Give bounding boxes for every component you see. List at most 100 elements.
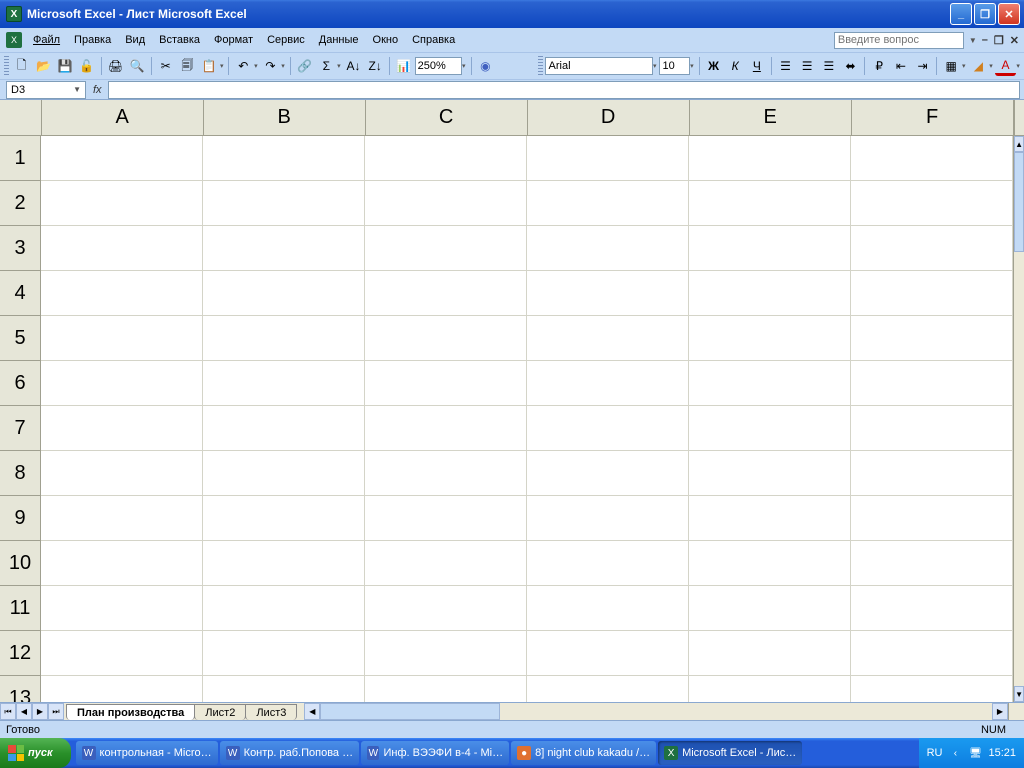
decrease-indent-icon[interactable]: ⇤: [890, 55, 912, 77]
menu-data[interactable]: Данные: [312, 31, 366, 49]
cell-A13[interactable]: [41, 676, 203, 702]
cell-A2[interactable]: [41, 181, 203, 225]
cell-B3[interactable]: [203, 226, 365, 270]
underline-icon[interactable]: Ч: [746, 55, 768, 77]
row-header-7[interactable]: 7: [0, 406, 40, 451]
borders-icon[interactable]: ▦: [940, 55, 962, 77]
row-header-3[interactable]: 3: [0, 226, 40, 271]
redo-dropdown-icon[interactable]: ▾: [279, 62, 287, 70]
cell-E12[interactable]: [689, 631, 851, 675]
cell-D5[interactable]: [527, 316, 689, 360]
cell-D13[interactable]: [527, 676, 689, 702]
menu-help[interactable]: Справка: [405, 31, 462, 49]
vertical-scrollbar[interactable]: ▲ ▼: [1013, 136, 1024, 702]
copy-icon[interactable]: 🗐: [177, 55, 199, 77]
row-header-2[interactable]: 2: [0, 181, 40, 226]
minimize-button[interactable]: _: [950, 3, 972, 25]
cell-C1[interactable]: [365, 136, 527, 180]
cell-E10[interactable]: [689, 541, 851, 585]
cell-C11[interactable]: [365, 586, 527, 630]
cell-C5[interactable]: [365, 316, 527, 360]
cell-B1[interactable]: [203, 136, 365, 180]
autosum-icon[interactable]: Σ: [315, 55, 337, 77]
cell-F9[interactable]: [851, 496, 1013, 540]
doc-icon[interactable]: X: [6, 32, 22, 48]
cell-D11[interactable]: [527, 586, 689, 630]
col-header-A[interactable]: A: [42, 100, 204, 135]
redo-icon[interactable]: ↷: [260, 55, 282, 77]
cell-C10[interactable]: [365, 541, 527, 585]
cell-A9[interactable]: [41, 496, 203, 540]
font-name-dropdown-icon[interactable]: ▾: [651, 62, 659, 70]
cell-B2[interactable]: [203, 181, 365, 225]
col-header-E[interactable]: E: [690, 100, 852, 135]
toolbar-grip-2[interactable]: [538, 56, 543, 76]
cell-A5[interactable]: [41, 316, 203, 360]
fx-button[interactable]: fx: [87, 84, 108, 96]
cell-C13[interactable]: [365, 676, 527, 702]
paste-icon[interactable]: 📋: [198, 55, 220, 77]
cell-D10[interactable]: [527, 541, 689, 585]
borders-dropdown-icon[interactable]: ▾: [960, 62, 968, 70]
start-button[interactable]: пуск: [0, 738, 71, 768]
cell-A8[interactable]: [41, 451, 203, 495]
sheet-tab-1[interactable]: Лист2: [194, 704, 246, 720]
name-box[interactable]: D3 ▼: [6, 81, 86, 99]
cell-F2[interactable]: [851, 181, 1013, 225]
cell-C6[interactable]: [365, 361, 527, 405]
cell-C2[interactable]: [365, 181, 527, 225]
row-header-10[interactable]: 10: [0, 541, 40, 586]
scroll-up-icon[interactable]: ▲: [1014, 136, 1024, 152]
cell-D12[interactable]: [527, 631, 689, 675]
language-indicator[interactable]: RU: [927, 747, 943, 759]
increase-indent-icon[interactable]: ⇥: [912, 55, 934, 77]
row-header-8[interactable]: 8: [0, 451, 40, 496]
cell-B13[interactable]: [203, 676, 365, 702]
permissions-icon[interactable]: 🔓: [76, 55, 98, 77]
cell-A7[interactable]: [41, 406, 203, 450]
cell-F10[interactable]: [851, 541, 1013, 585]
cell-B8[interactable]: [203, 451, 365, 495]
cell-C7[interactable]: [365, 406, 527, 450]
ask-dropdown-icon[interactable]: ▼: [967, 36, 979, 45]
cell-E9[interactable]: [689, 496, 851, 540]
cell-F11[interactable]: [851, 586, 1013, 630]
autosum-dropdown-icon[interactable]: ▾: [335, 62, 343, 70]
cell-A4[interactable]: [41, 271, 203, 315]
new-icon[interactable]: 🗋: [11, 55, 33, 77]
cell-E2[interactable]: [689, 181, 851, 225]
cell-F12[interactable]: [851, 631, 1013, 675]
cell-E13[interactable]: [689, 676, 851, 702]
scroll-left-icon[interactable]: ◀: [304, 703, 320, 720]
menu-format[interactable]: Формат: [207, 31, 260, 49]
toolbar-grip[interactable]: [4, 56, 9, 76]
tab-first-icon[interactable]: ⏮: [0, 703, 16, 720]
cell-F6[interactable]: [851, 361, 1013, 405]
cell-D2[interactable]: [527, 181, 689, 225]
taskbar-item-4[interactable]: XMicrosoft Excel - Лис…: [658, 741, 802, 765]
close-button[interactable]: ✕: [998, 3, 1020, 25]
row-header-13[interactable]: 13: [0, 676, 40, 702]
row-header-5[interactable]: 5: [0, 316, 40, 361]
col-header-B[interactable]: B: [204, 100, 366, 135]
tab-next-icon[interactable]: ▶: [32, 703, 48, 720]
cell-F1[interactable]: [851, 136, 1013, 180]
cell-E5[interactable]: [689, 316, 851, 360]
cell-A12[interactable]: [41, 631, 203, 675]
menu-tools[interactable]: Сервис: [260, 31, 312, 49]
menu-edit[interactable]: Правка: [67, 31, 118, 49]
cell-C9[interactable]: [365, 496, 527, 540]
sheet-tab-0[interactable]: План производства: [66, 704, 195, 720]
cell-A1[interactable]: [41, 136, 203, 180]
cell-F3[interactable]: [851, 226, 1013, 270]
cell-B7[interactable]: [203, 406, 365, 450]
zoom-box[interactable]: 250%: [415, 57, 462, 75]
row-header-4[interactable]: 4: [0, 271, 40, 316]
taskbar-item-2[interactable]: WИнф. ВЭЭФИ в-4 - Mi…: [361, 741, 509, 765]
cell-A6[interactable]: [41, 361, 203, 405]
col-header-D[interactable]: D: [528, 100, 690, 135]
menu-file[interactable]: Файл: [26, 31, 67, 49]
horizontal-scrollbar[interactable]: ◀ ▶: [304, 703, 1008, 720]
doc-restore-icon[interactable]: ❐: [991, 34, 1007, 47]
cell-C8[interactable]: [365, 451, 527, 495]
